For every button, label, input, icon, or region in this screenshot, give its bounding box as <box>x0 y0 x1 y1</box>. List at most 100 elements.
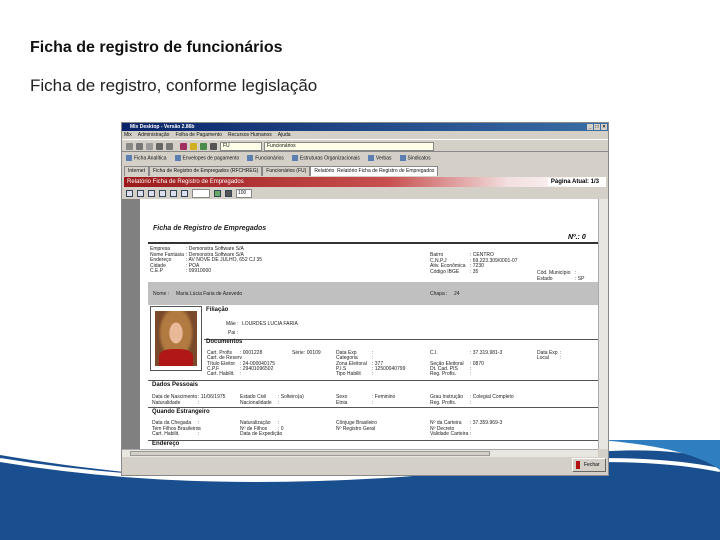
report-field: : <box>372 425 374 432</box>
report-field: Reg. Profis. <box>430 371 457 378</box>
tab-internet[interactable]: Internet <box>124 166 149 176</box>
report-field: Tipo Habilit <box>336 371 361 378</box>
tool-icon[interactable] <box>146 143 153 150</box>
report-field: : <box>198 400 200 406</box>
report-field: : <box>470 431 472 437</box>
window-icon <box>399 154 406 161</box>
menu-administracao[interactable]: Administração <box>138 131 170 139</box>
first-page-icon[interactable] <box>148 190 155 197</box>
report-field: : 0870 <box>470 360 484 367</box>
report-field: : 12500040799 <box>372 365 406 372</box>
door-icon <box>576 461 580 469</box>
report-field: : <box>372 400 374 406</box>
menu-ajuda[interactable]: Ajuda <box>278 131 291 139</box>
window-title: Mix Desktop - Versão 2.86b <box>130 124 195 130</box>
tool-icon[interactable] <box>200 143 207 150</box>
name-field[interactable]: Funcionários <box>264 142 434 151</box>
report-field: : Feminino <box>372 394 396 400</box>
report-field: : 11/06/1975 <box>198 394 226 400</box>
menu-rh[interactable]: Recursos Humanos <box>228 131 272 139</box>
tool-icon[interactable] <box>126 143 133 150</box>
next-page-icon[interactable] <box>170 190 177 197</box>
report-field: Validade Carteira <box>430 431 469 437</box>
menu-folha[interactable]: Folha de Pagamento <box>175 131 221 139</box>
report-field: C.E.P <box>150 268 164 274</box>
report-field: : 35 <box>470 268 479 275</box>
shortcut-bar: Ficha Analítica Envelopes de pagamento F… <box>122 152 608 164</box>
page-input[interactable] <box>192 189 210 198</box>
report-field: Cart. Habilit. <box>152 431 180 437</box>
slide-subtitle: Ficha de registro, conforme legislação <box>30 76 318 95</box>
shortcut-ficha-analitica[interactable]: Ficha Analítica <box>126 154 167 161</box>
mae-label: Mãe : <box>226 321 239 327</box>
chapa-value: 24 <box>454 291 460 297</box>
report-field: Data de Expedição <box>240 431 283 437</box>
chapa-label: Chapa : <box>430 291 448 297</box>
report-header: Relatório Ficha de Registro de Empregado… <box>124 177 606 187</box>
page-indicator: Página Atual: 1/3 <box>547 178 602 186</box>
report-field: : <box>470 371 472 378</box>
maximize-button[interactable]: □ <box>594 124 600 130</box>
report-field: Reg. Profis. <box>430 400 457 406</box>
section-endereco: Endereço <box>152 441 180 447</box>
tab-ficha-registro[interactable]: Ficha de Registro de Empregados (RFCHREG… <box>148 166 263 176</box>
shortcut-verbas[interactable]: Verbas <box>367 154 392 161</box>
prev-page-icon[interactable] <box>159 190 166 197</box>
report-field: : <box>560 355 562 362</box>
report-field: Série <box>292 350 304 356</box>
tool-icon[interactable] <box>166 143 173 150</box>
shortcut-funcionarios[interactable]: Funcionários <box>247 154 284 161</box>
tool-icon[interactable] <box>156 143 163 150</box>
report-field: Etnia <box>336 400 348 406</box>
report-field: Nº Registro Geral <box>336 425 376 432</box>
refresh-icon[interactable] <box>214 190 221 197</box>
report-field: : <box>278 431 280 437</box>
report-field: : 37.359.969-3 <box>470 420 503 426</box>
print-preview-icon[interactable] <box>137 190 144 197</box>
calculator-icon[interactable] <box>210 143 217 150</box>
section-filiacao: Filiação <box>206 307 229 313</box>
window-icon <box>247 154 254 161</box>
report-field: : 37.319.981-3 <box>470 350 503 356</box>
employee-name: Maria Lúcia Faria de Azevedo <box>176 291 243 297</box>
minimize-button[interactable]: _ <box>587 124 593 130</box>
report-margin <box>122 199 140 449</box>
section-documentos: Documentos <box>206 339 243 345</box>
zoom-input[interactable]: 100 <box>236 189 252 198</box>
code-field[interactable]: FU <box>220 142 262 151</box>
report-field: C.I. <box>430 350 438 356</box>
lightbulb-icon[interactable] <box>190 143 197 150</box>
tool-icon[interactable] <box>180 143 187 150</box>
export-icon[interactable] <box>126 190 133 197</box>
tool-icon[interactable] <box>136 143 143 150</box>
employee-photo <box>150 306 202 371</box>
report-field: : <box>278 400 280 406</box>
vertical-scrollbar[interactable] <box>598 199 608 449</box>
tab-funcionarios[interactable]: Funcionários (FU) <box>262 166 311 176</box>
report-field: Naturalidade <box>152 400 181 406</box>
report-field: Código IBGE <box>430 268 460 275</box>
tab-relatorio[interactable]: Relatório Relatório Ficha de Registro de… <box>310 166 439 176</box>
report-field: : Colegial Completo <box>470 394 514 400</box>
last-page-icon[interactable] <box>181 190 188 197</box>
report-field: : 29401096502 <box>240 365 274 372</box>
main-toolbar: FU Funcionários <box>122 139 608 152</box>
horizontal-scrollbar[interactable] <box>122 449 598 457</box>
report-number: Nº.: 0 <box>568 234 586 241</box>
menu-mix[interactable]: Mix <box>124 131 132 139</box>
report-field: Nacionalidade <box>240 400 272 406</box>
print-icon[interactable] <box>225 190 232 197</box>
shortcut-sindicatos[interactable]: Sindicatos <box>399 154 431 161</box>
shortcut-envelopes[interactable]: Envelopes de pagamento <box>174 154 239 161</box>
report-field: Local <box>537 355 549 362</box>
shortcut-estruturas[interactable]: Estruturas Organizacionais <box>291 154 360 161</box>
close-button[interactable]: × <box>601 124 607 130</box>
document-icon <box>126 154 132 161</box>
report-field: Cart. Habilit. <box>207 371 235 378</box>
section-estrangeiro: Quando Estrangeiro <box>152 409 210 415</box>
window-icon <box>174 154 181 161</box>
report-field: : 0001228 <box>240 350 263 356</box>
tab-bar: Internet Ficha de Registro de Empregados… <box>124 164 439 176</box>
close-report-button[interactable]: Fechar <box>572 458 606 472</box>
report-field: Estado <box>537 275 553 282</box>
